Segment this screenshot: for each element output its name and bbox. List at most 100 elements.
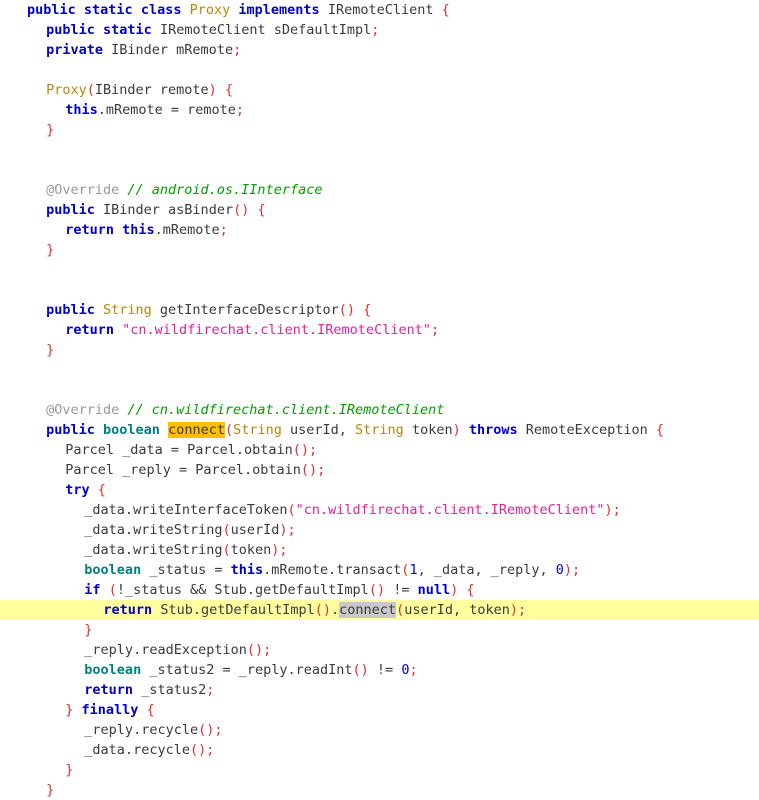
code-token-kw: return (84, 682, 134, 698)
code-line[interactable]: } (0, 760, 759, 780)
code-token-prim: boolean (103, 422, 160, 438)
code-token-plain: mRemote (168, 42, 234, 58)
code-token-kw: null (417, 582, 451, 598)
code-line[interactable]: Proxy(IBinder remote) { (0, 80, 759, 100)
code-token-kw: finally (81, 702, 139, 718)
code-line-content: Proxy(IBinder remote) { (0, 80, 233, 100)
code-token-plain: _data.writeString (84, 522, 223, 538)
code-line[interactable]: _reply.recycle(); (0, 720, 759, 740)
code-token-kw: private (46, 42, 103, 58)
code-token-punct: ; (430, 322, 440, 338)
code-line[interactable]: _reply.readException(); (0, 640, 759, 660)
code-line[interactable]: } (0, 780, 759, 800)
code-line[interactable]: public static class Proxy implements IRe… (0, 0, 759, 20)
code-token-punct: ( (86, 82, 95, 98)
code-token-plain: .mRemote (154, 222, 220, 238)
code-token-punct: ; (206, 742, 215, 758)
code-token-plain: Stub.getDefaultImpl (160, 602, 315, 618)
code-token-plain: RemoteException (517, 422, 656, 438)
code-line[interactable]: if (!_status && Stub.getDefaultImpl() !=… (0, 580, 759, 600)
code-token-num: 0 (555, 562, 564, 578)
code-token-punct: ; (317, 462, 326, 478)
code-line[interactable] (0, 160, 759, 180)
code-line[interactable]: return this.mRemote; (0, 220, 759, 240)
code-line[interactable]: } finally { (0, 700, 759, 720)
code-line-content: _data.writeString(userId); (0, 520, 296, 540)
code-token-prim: boolean (84, 562, 142, 578)
code-token-anno: @Override (46, 182, 120, 198)
code-line[interactable] (0, 260, 759, 280)
code-token-punct: { (97, 482, 106, 498)
code-line-content: public boolean connect(String userId, St… (0, 420, 664, 440)
code-line[interactable]: } (0, 240, 759, 260)
code-line-content (0, 140, 35, 160)
code-token-punct: { (466, 582, 475, 598)
code-token-plain: _data.writeInterfaceToken (84, 502, 288, 518)
code-line-content: _data.writeInterfaceToken("cn.wildfirech… (0, 500, 620, 520)
code-line[interactable] (0, 280, 759, 300)
code-token-punct: { (655, 422, 664, 438)
code-line[interactable]: boolean _status = this.mRemote.transact(… (0, 560, 759, 580)
code-line[interactable]: public boolean connect(String userId, St… (0, 420, 759, 440)
code-token-plain: _data.recycle (84, 742, 190, 758)
code-token-plain: userId (230, 522, 280, 538)
code-line-content: Parcel _reply = Parcel.obtain(); (0, 460, 325, 480)
code-line-content: _reply.recycle(); (0, 720, 222, 740)
code-line[interactable]: public static IRemoteClient sDefaultImpl… (0, 20, 759, 40)
code-line[interactable]: } (0, 620, 759, 640)
code-line[interactable]: private IBinder mRemote; (0, 40, 759, 60)
code-line[interactable] (0, 140, 759, 160)
code-line[interactable]: } (0, 120, 759, 140)
code-line[interactable]: _data.recycle(); (0, 740, 759, 760)
code-line-content (0, 60, 35, 80)
code-token-plain: sDefaultImpl (265, 22, 372, 38)
code-token-punct: () (352, 662, 369, 678)
code-line[interactable]: } (0, 340, 759, 360)
code-line-content: public String getInterfaceDescriptor() { (0, 300, 371, 320)
code-line[interactable]: @Override // cn.wildfirechat.client.IRem… (0, 400, 759, 420)
code-line[interactable]: _data.writeString(token); (0, 540, 759, 560)
code-token-kw: if (84, 582, 101, 598)
code-line[interactable]: return _status2; (0, 680, 759, 700)
code-token-punct: ( (222, 522, 231, 538)
code-line[interactable]: return "cn.wildfirechat.client.IRemoteCl… (0, 320, 759, 340)
code-token-punct: () (300, 462, 318, 478)
code-token-kw: return (65, 322, 114, 338)
code-lines-container[interactable]: public static class Proxy implements IRe… (0, 0, 759, 800)
code-token-kw: return (103, 602, 153, 618)
code-token-punct: ) (509, 602, 519, 618)
code-line[interactable]: Parcel _data = Parcel.obtain(); (0, 440, 759, 460)
code-token-plain: _reply.readException (84, 642, 247, 658)
code-line[interactable] (0, 380, 759, 400)
code-token-kw: public (27, 2, 76, 18)
code-line[interactable]: _data.writeInterfaceToken("cn.wildfirech… (0, 500, 759, 520)
code-line[interactable]: public String getInterfaceDescriptor() { (0, 300, 759, 320)
code-token-punct: ) (208, 82, 217, 98)
code-line[interactable]: try { (0, 480, 759, 500)
code-line-content: return Stub.getDefaultImpl().connect(use… (0, 600, 526, 620)
code-line[interactable]: _data.writeString(userId); (0, 520, 759, 540)
code-token-plain: Parcel _data = Parcel.obtain (65, 442, 293, 458)
code-token-punct: ; (206, 682, 215, 698)
code-line[interactable]: @Override // android.os.IInterface (0, 180, 759, 200)
code-line[interactable]: boolean _status2 = _reply.readInt() != 0… (0, 660, 759, 680)
code-line-highlighted[interactable]: return Stub.getDefaultImpl().connect(use… (0, 600, 759, 620)
code-token-punct: ) (604, 502, 613, 518)
code-line[interactable] (0, 360, 759, 380)
code-line-content: boolean _status2 = _reply.readInt() != 0… (0, 660, 417, 680)
code-line-content (0, 260, 35, 280)
code-token-kw: public (46, 202, 95, 218)
code-line-content: Parcel _data = Parcel.obtain(); (0, 440, 317, 460)
code-line[interactable]: this.mRemote = remote; (0, 100, 759, 120)
code-line[interactable]: public IBinder asBinder() { (0, 200, 759, 220)
code-token-kw: public (46, 422, 95, 438)
code-line[interactable]: Parcel _reply = Parcel.obtain(); (0, 460, 759, 480)
code-editor-view[interactable]: public static class Proxy implements IRe… (0, 0, 759, 798)
code-token-punct: ( (222, 542, 231, 558)
code-token-punct: ; (287, 522, 296, 538)
code-line[interactable] (0, 60, 759, 80)
